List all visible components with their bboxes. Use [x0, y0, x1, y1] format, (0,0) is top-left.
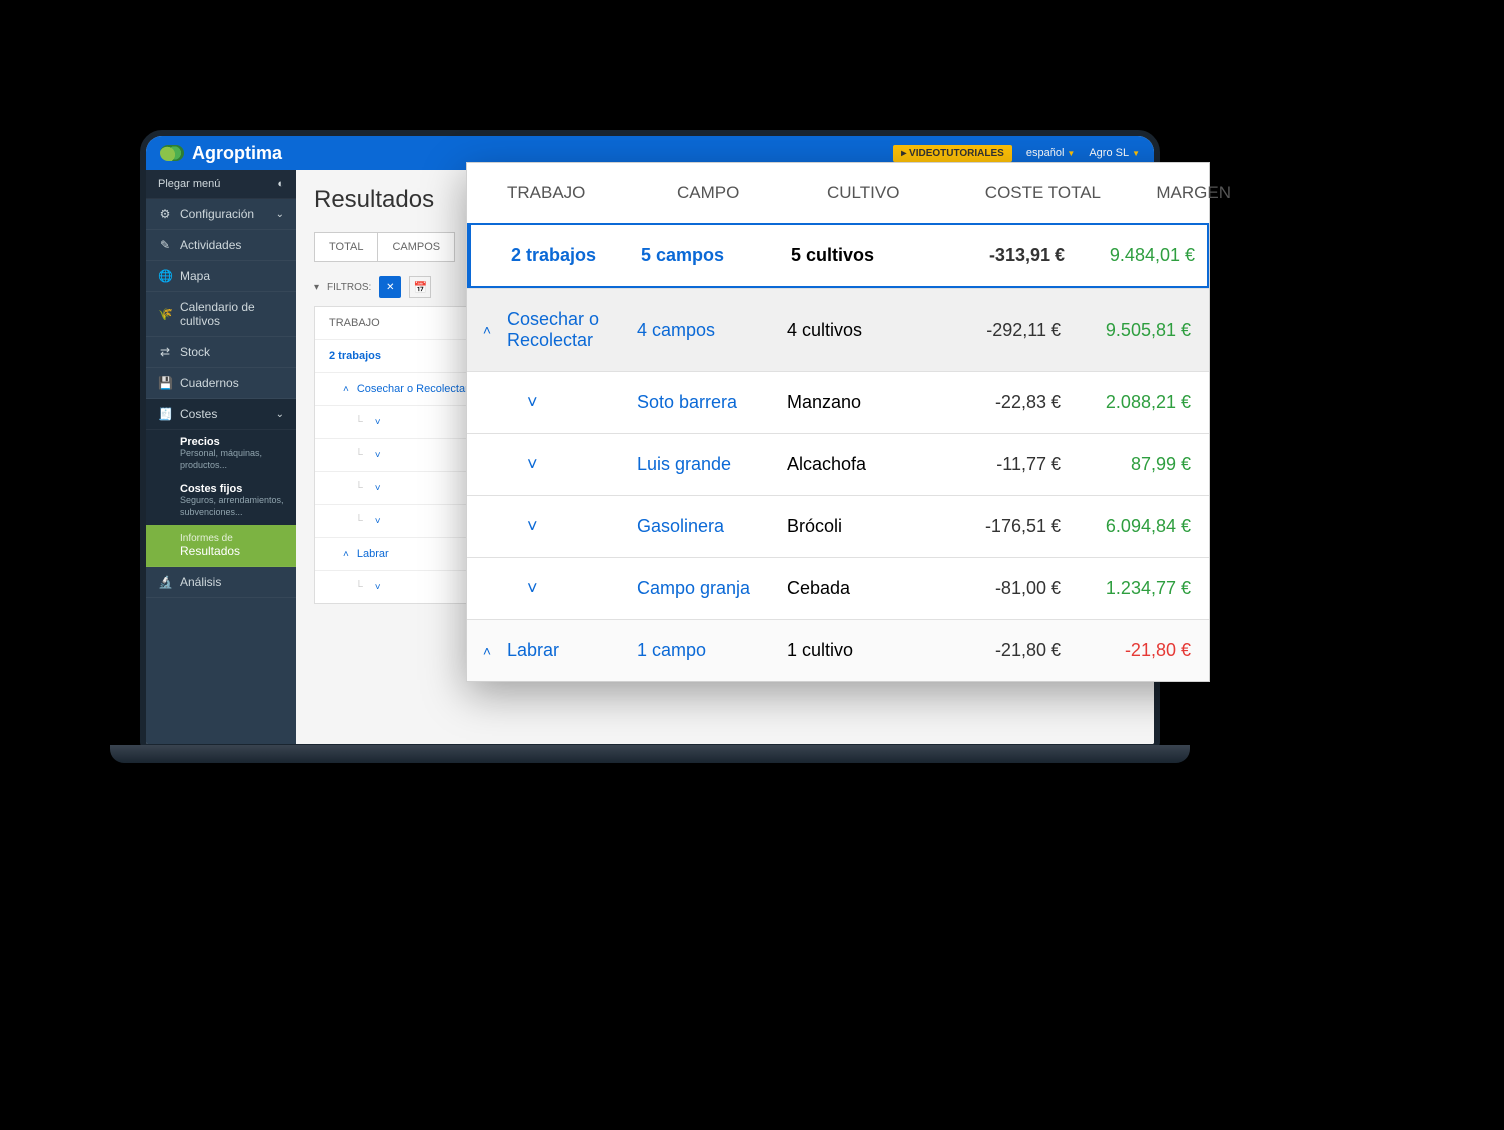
- language-dropdown[interactable]: español ▼: [1026, 147, 1075, 159]
- chevron-down-icon: ⌄: [276, 209, 284, 220]
- tab-campos[interactable]: CAMPOS: [378, 232, 455, 262]
- sidebar-collapse[interactable]: Plegar menú◐: [146, 170, 296, 199]
- summary-margen: 9.484,01 €: [1081, 245, 1211, 266]
- collapse-icon: ◐: [277, 178, 284, 190]
- group-coste: -292,11 €: [917, 320, 1077, 341]
- chevron-up-icon[interactable]: ˄: [467, 322, 507, 338]
- edit-icon: ✎: [158, 238, 172, 252]
- row-toggle[interactable]: ˅: [507, 392, 637, 413]
- group-row-cosechar[interactable]: ˄ Cosechar o Recolectar 4 campos 4 culti…: [467, 288, 1209, 371]
- group-campo: 1 campo: [637, 640, 787, 661]
- chevron-up-icon: ˄: [343, 384, 349, 395]
- sidebar-item-stock[interactable]: ⇄ Stock: [146, 337, 296, 368]
- laptop-base: [110, 745, 1190, 763]
- chevron-down-icon: ⌄: [276, 409, 284, 420]
- group-trabajo: Cosechar o Recolectar: [507, 309, 637, 351]
- group-trabajo: Labrar: [507, 640, 637, 661]
- filter-icon: ▾: [314, 282, 319, 293]
- brand: Agroptima: [160, 143, 282, 164]
- chevron-down-icon: ˅: [527, 454, 538, 475]
- group-cultivo: 4 cultivos: [787, 320, 917, 341]
- table-row[interactable]: ˅ Campo granja Cebada -81,00 € 1.234,77 …: [467, 557, 1209, 619]
- sidebar-item-calendar[interactable]: 🌾 Calendario de cultivos: [146, 292, 296, 337]
- brand-name: Agroptima: [192, 143, 282, 164]
- logo-icon: [160, 145, 184, 161]
- chevron-up-icon[interactable]: ˄: [467, 643, 507, 659]
- microscope-icon: 🔬: [158, 575, 172, 589]
- group-campo: 4 campos: [637, 320, 787, 341]
- group-margen: -21,80 €: [1077, 640, 1207, 661]
- group-margen: 9.505,81 €: [1077, 320, 1207, 341]
- sidebar-item-costes[interactable]: 🧾 Costes ⌄: [146, 399, 296, 430]
- date-filter-button[interactable]: 📅: [409, 276, 431, 298]
- summary-row: 2 trabajos 5 campos 5 cultivos -313,91 €…: [467, 223, 1209, 288]
- chevron-up-icon: ˄: [343, 549, 349, 560]
- col-margen: MARGEN: [1117, 183, 1247, 203]
- col-trabajo: TRABAJO: [507, 183, 677, 203]
- table-row[interactable]: ˅ Soto barrera Manzano -22,83 € 2.088,21…: [467, 371, 1209, 433]
- transfer-icon: ⇄: [158, 345, 172, 359]
- save-icon: 💾: [158, 376, 172, 390]
- col-cultivo: CULTIVO: [827, 183, 957, 203]
- chevron-down-icon: ˅: [375, 450, 381, 461]
- sidebar-sub-precios[interactable]: Precios Personal, máquinas, productos...: [146, 430, 296, 477]
- tab-total[interactable]: TOTAL: [314, 232, 378, 262]
- gear-icon: ⚙: [158, 207, 172, 221]
- col-campo: CAMPO: [677, 183, 827, 203]
- chevron-down-icon: ˅: [527, 578, 538, 599]
- clear-filter-button[interactable]: ✕: [379, 276, 401, 298]
- chevron-down-icon: ˅: [375, 516, 381, 527]
- sidebar-item-map[interactable]: 🌐 Mapa: [146, 261, 296, 292]
- group-coste: -21,80 €: [917, 640, 1077, 661]
- videotutorials-button[interactable]: ▸ VIDEOTUTORIALES: [893, 145, 1012, 162]
- sidebar: Plegar menú◐ ⚙ Configuración ⌄ ✎ Activid…: [146, 170, 296, 744]
- sidebar-sub-resultados[interactable]: Informes de Resultados: [146, 525, 296, 567]
- sidebar-item-cuadernos[interactable]: 💾 Cuadernos: [146, 368, 296, 399]
- wheat-icon: 🌾: [158, 307, 172, 321]
- chevron-down-icon: ˅: [375, 582, 381, 593]
- chevron-down-icon: ˅: [375, 417, 381, 428]
- summary-campo: 5 campos: [641, 245, 791, 266]
- money-icon: 🧾: [158, 407, 172, 421]
- row-toggle[interactable]: ˅: [507, 454, 637, 475]
- summary-coste: -313,91 €: [921, 245, 1081, 266]
- chevron-down-icon: ˅: [527, 392, 538, 413]
- table-row[interactable]: ˅ Luis grande Alcachofa -11,77 € 87,99 €: [467, 433, 1209, 495]
- account-dropdown[interactable]: Agro SL ▼: [1089, 147, 1140, 159]
- chevron-down-icon: ˅: [375, 483, 381, 494]
- summary-trabajo: 2 trabajos: [511, 245, 641, 266]
- results-table-overlay: TRABAJO CAMPO CULTIVO COSTE TOTAL MARGEN…: [466, 162, 1210, 682]
- group-row-labrar[interactable]: ˄ Labrar 1 campo 1 cultivo -21,80 € -21,…: [467, 619, 1209, 681]
- filters-label: FILTROS:: [327, 282, 371, 293]
- table-header-row: TRABAJO CAMPO CULTIVO COSTE TOTAL MARGEN: [467, 163, 1209, 223]
- sidebar-item-activities[interactable]: ✎ Actividades: [146, 230, 296, 261]
- row-toggle[interactable]: ˅: [507, 578, 637, 599]
- sidebar-item-config[interactable]: ⚙ Configuración ⌄: [146, 199, 296, 230]
- sidebar-sub-costes-fijos[interactable]: Costes fijos Seguros, arrendamientos, su…: [146, 477, 296, 524]
- table-row[interactable]: ˅ Gasolinera Brócoli -176,51 € 6.094,84 …: [467, 495, 1209, 557]
- topbar-right: ▸ VIDEOTUTORIALES español ▼ Agro SL ▼: [893, 145, 1140, 162]
- globe-icon: 🌐: [158, 269, 172, 283]
- chevron-down-icon: ˅: [527, 516, 538, 537]
- col-coste: COSTE TOTAL: [957, 183, 1117, 203]
- summary-cultivo: 5 cultivos: [791, 245, 921, 266]
- group-cultivo: 1 cultivo: [787, 640, 917, 661]
- row-toggle[interactable]: ˅: [507, 516, 637, 537]
- sidebar-item-analisis[interactable]: 🔬 Análisis: [146, 567, 296, 598]
